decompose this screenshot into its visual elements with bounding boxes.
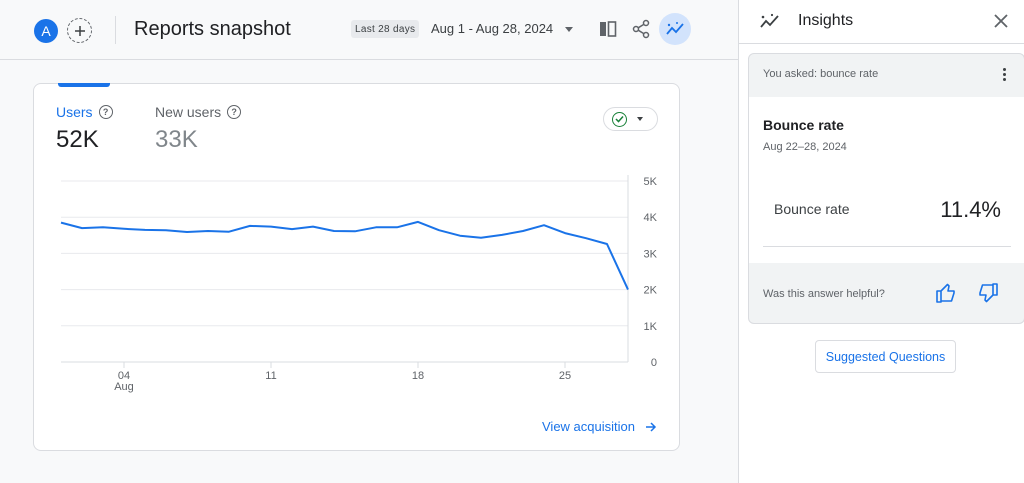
page-header: A Reports snapshot Last 28 days Aug 1 - …: [0, 0, 738, 60]
users-overview-card: Users ? 52K New users ? 33K 0 1K 2K 3K 4K 5K 0…: [33, 83, 680, 451]
view-acquisition-link[interactable]: View acquisition: [542, 419, 657, 434]
x-tick-label: 11: [265, 370, 276, 382]
x-tick-sublabel: Aug: [114, 381, 134, 393]
arrow-right-icon: [645, 421, 657, 432]
compare-columns-button[interactable]: [596, 16, 622, 42]
insights-panel: Insights You asked: bounce rate Bounce r…: [738, 0, 1024, 483]
divider: [763, 246, 1011, 247]
suggested-questions-button[interactable]: Suggested Questions: [815, 340, 956, 373]
answer-metric-value: 11.4%: [940, 197, 1001, 222]
share-button[interactable]: [628, 16, 654, 42]
date-range-label[interactable]: Aug 1 - Aug 28, 2024: [431, 21, 553, 36]
users-line-chart: 01K2K3K4K5K04Aug11 18 25: [60, 175, 658, 393]
columns-icon: [600, 21, 617, 37]
y-tick-label: 3K: [644, 248, 658, 260]
page-title: Reports snapshot: [134, 18, 291, 40]
y-tick-label: 1K: [644, 321, 658, 333]
more-options-icon[interactable]: [1002, 68, 1006, 81]
y-tick-label: 2K: [644, 285, 658, 297]
asked-question-text: You asked: bounce rate: [763, 68, 879, 80]
series-line[interactable]: [60, 220, 629, 291]
y-tick-label: 0: [651, 357, 657, 369]
share-icon: [632, 19, 650, 39]
main-area: A Reports snapshot Last 28 days Aug 1 - …: [0, 0, 738, 483]
insights-sparkline-icon: [666, 22, 684, 35]
view-acquisition-label: View acquisition: [542, 419, 635, 434]
avatar[interactable]: A: [34, 19, 58, 43]
thumbs-down-icon[interactable]: [977, 282, 999, 304]
insights-panel-header: Insights: [739, 0, 1024, 44]
plus-icon: [74, 25, 85, 36]
answer-date-range: Aug 22–28, 2024: [763, 141, 847, 153]
close-icon[interactable]: [992, 12, 1010, 30]
date-preset-chip[interactable]: Last 28 days: [351, 20, 420, 38]
answer-metric-label: Bounce rate: [774, 201, 850, 217]
x-tick-label: 18: [412, 370, 424, 382]
chevron-down-icon[interactable]: [565, 27, 573, 32]
answer-title: Bounce rate: [763, 117, 844, 133]
insight-answer-card: You asked: bounce rate Bounce rate Aug 2…: [748, 53, 1024, 324]
y-tick-label: 4K: [644, 212, 658, 224]
thumbs-up-icon[interactable]: [935, 282, 957, 304]
x-tick-label: 25: [559, 370, 571, 382]
answer-body: Bounce rate Aug 22–28, 2024 Bounce rate …: [749, 97, 1024, 263]
insights-sparkline-icon: [760, 13, 779, 28]
insights-toggle-button[interactable]: [659, 13, 691, 45]
header-divider: [115, 16, 116, 44]
insights-panel-title: Insights: [798, 12, 854, 29]
helpful-prompt: Was this answer helpful?: [763, 288, 885, 300]
add-comparison-button[interactable]: [67, 18, 92, 43]
y-tick-label: 5K: [644, 176, 658, 188]
